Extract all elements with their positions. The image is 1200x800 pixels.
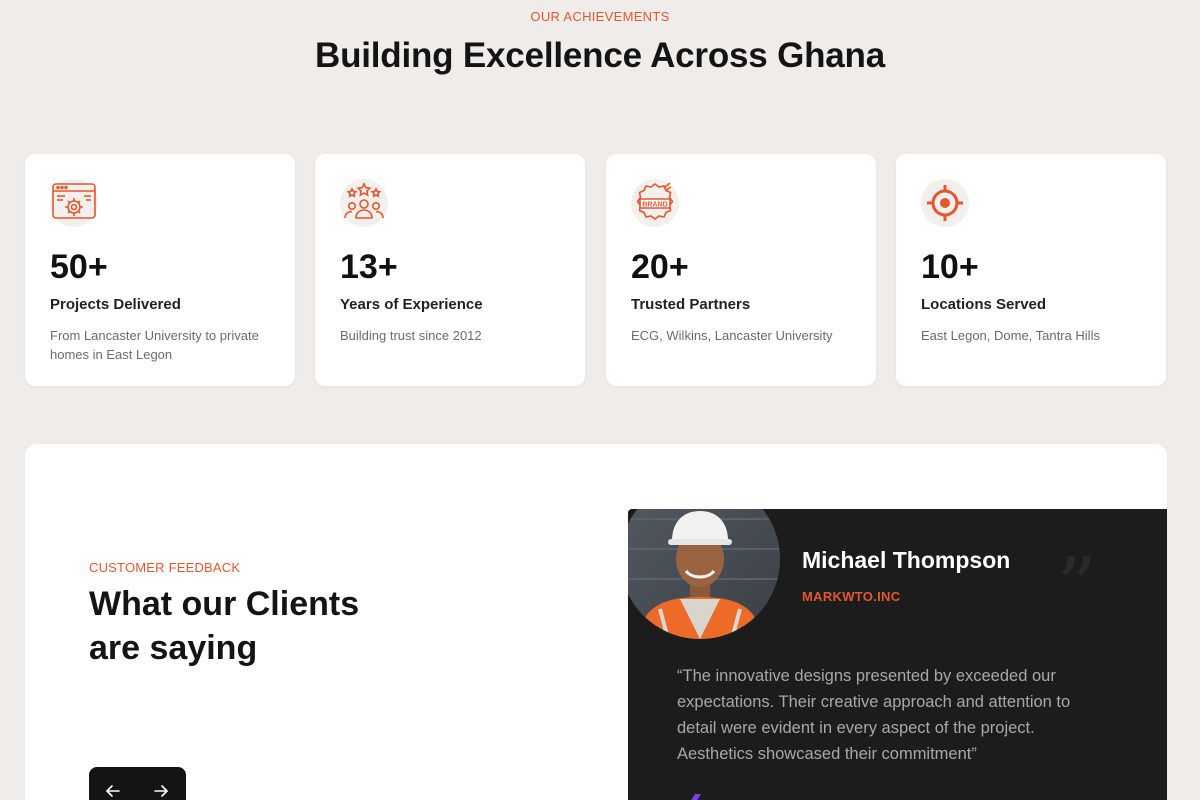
stat-label: Locations Served <box>921 296 1047 313</box>
stat-description: East Legon, Dome, Tantra Hills <box>921 328 1100 343</box>
achievements-eyebrow: OUR ACHIEVEMENTS <box>530 9 670 24</box>
customer-feedback-section: CUSTOMER FEEDBACK What our Clients are s… <box>25 444 1167 800</box>
stat-value: 50+ <box>50 248 108 286</box>
stat-description: ECG, Wilkins, Lancaster University <box>631 328 833 343</box>
stat-value: 10+ <box>921 248 979 286</box>
stat-label: Years of Experience <box>340 296 483 313</box>
stat-description: From Lancaster University to private hom… <box>50 328 259 362</box>
stat-value: 13+ <box>340 248 398 286</box>
arrow-right-icon <box>154 785 168 797</box>
stat-value: 20+ <box>631 248 689 286</box>
achievements-title: Building Excellence Across Ghana <box>315 36 885 75</box>
prev-button[interactable] <box>98 779 128 800</box>
avatar <box>628 509 780 639</box>
stat-label: Trusted Partners <box>631 296 751 313</box>
testimonial-company: MARKWTO.INC <box>802 589 901 604</box>
achievement-card-partners: BRAND 20+ Trusted Partners ECG, Wilkins,… <box>606 154 876 386</box>
testimonial-author-name: Michael Thompson <box>802 547 1011 573</box>
next-button[interactable] <box>146 779 176 800</box>
target-icon <box>921 179 969 227</box>
quote-mark-icon: ” <box>1056 540 1097 633</box>
feedback-eyebrow: CUSTOMER FEEDBACK <box>89 560 241 575</box>
svg-text:BRAND: BRAND <box>642 201 667 208</box>
testimonial-nav <box>89 767 186 800</box>
feedback-title: What our Clients are saying <box>89 585 360 667</box>
stat-label: Projects Delivered <box>50 296 181 313</box>
company-logo <box>677 790 737 800</box>
testimonial-card: Michael Thompson MARKWTO.INC ” “The inno… <box>628 509 1167 800</box>
arrow-left-icon <box>106 785 120 797</box>
achievement-card-projects: 50+ Projects Delivered From Lancaster Un… <box>25 154 295 386</box>
testimonial-quote: “The innovative designs presented by exc… <box>677 667 1071 763</box>
brand-badge-icon: BRAND <box>631 179 679 227</box>
achievement-card-experience: 13+ Years of Experience Building trust s… <box>315 154 585 386</box>
stat-description: Building trust since 2012 <box>340 328 482 343</box>
team-stars-icon <box>340 179 388 227</box>
achievement-card-locations: 10+ Locations Served East Legon, Dome, T… <box>896 154 1166 386</box>
gear-settings-icon <box>50 179 98 227</box>
